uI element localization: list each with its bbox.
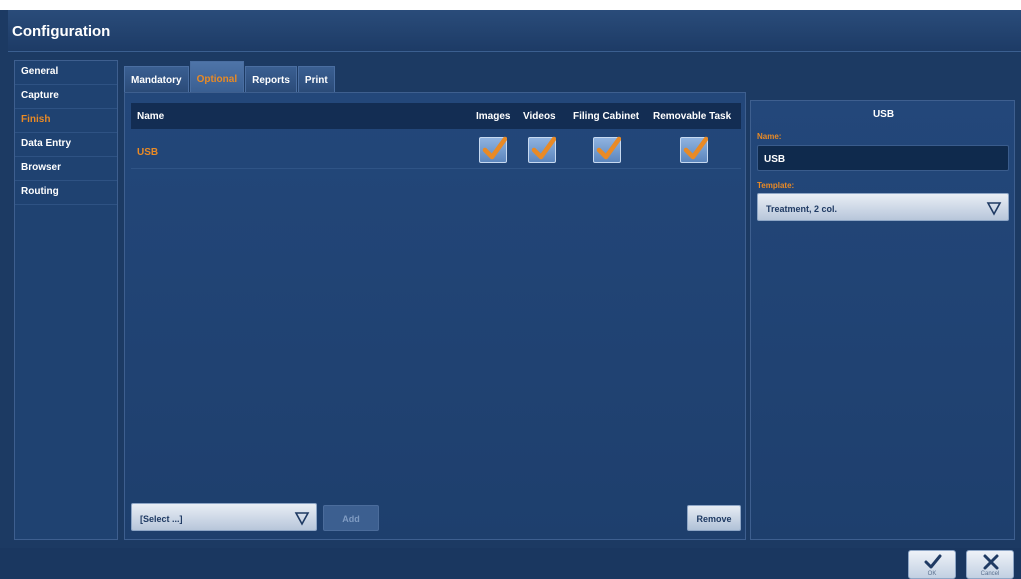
column-header-removable-task[interactable]: Removable Task (653, 111, 731, 122)
column-header-images[interactable]: Images (476, 111, 510, 122)
tab-mandatory[interactable]: Mandatory (124, 66, 189, 92)
sidebar-item-finish[interactable]: Finish (15, 109, 117, 133)
ok-button[interactable]: OK (908, 550, 956, 579)
removable-task-checkbox[interactable] (680, 136, 708, 163)
template-select-value: Treatment, 2 col. (766, 204, 838, 214)
column-header-videos[interactable]: Videos (523, 111, 556, 122)
cancel-button[interactable]: Cancel (966, 550, 1014, 579)
template-label: Template: (757, 181, 795, 190)
images-checkbox[interactable] (479, 136, 507, 163)
tab-optional[interactable]: Optional (189, 61, 245, 92)
detail-title: USB (872, 109, 895, 120)
detail-panel: USB Name: USB Template: Treatment, 2 col… (750, 100, 1015, 540)
sidebar-item-browser[interactable]: Browser (15, 157, 117, 181)
table-row[interactable]: USB (131, 133, 741, 169)
checkmark-icon (531, 136, 556, 160)
ok-check-icon (924, 554, 942, 569)
row-name: USB (137, 147, 159, 158)
filing-cabinet-checkbox[interactable] (593, 136, 621, 163)
checkmark-icon (596, 136, 621, 160)
videos-checkbox[interactable] (528, 136, 556, 163)
template-select[interactable]: Treatment, 2 col. (757, 193, 1009, 221)
sidebar-item-general[interactable]: General (15, 61, 117, 85)
name-label: Name: (757, 132, 782, 141)
remove-button[interactable]: Remove (687, 505, 741, 531)
optional-panel: Name Images Videos Filing Cabinet Remova… (124, 92, 746, 540)
cancel-button-label: Cancel (980, 571, 1000, 577)
ok-button-label: OK (927, 571, 937, 577)
tab-bar: Mandatory Optional Reports Print (124, 61, 336, 92)
checkmark-icon (482, 136, 507, 160)
window-title: Configuration (12, 23, 111, 40)
grid-header: Name Images Videos Filing Cabinet Remova… (131, 103, 741, 129)
triangle-down-icon (986, 202, 1002, 216)
footer-bar (0, 548, 1021, 579)
tab-reports[interactable]: Reports (245, 66, 297, 92)
top-strip (0, 0, 1021, 10)
item-select[interactable]: [Select ...] (131, 503, 317, 531)
close-x-icon (983, 554, 999, 570)
column-header-filing-cabinet[interactable]: Filing Cabinet (573, 111, 639, 122)
column-header-name[interactable]: Name (137, 111, 164, 122)
triangle-down-icon (294, 512, 310, 526)
title-bar: Configuration (8, 10, 1021, 52)
sidebar: General Capture Finish Data Entry Browse… (14, 60, 118, 540)
name-field[interactable]: USB (757, 145, 1009, 171)
add-button[interactable]: Add (323, 505, 379, 531)
checkmark-icon (683, 136, 708, 160)
tab-print[interactable]: Print (297, 66, 335, 92)
item-select-value: [Select ...] (140, 514, 183, 524)
sidebar-item-capture[interactable]: Capture (15, 85, 117, 109)
sidebar-item-data-entry[interactable]: Data Entry (15, 133, 117, 157)
sidebar-item-routing[interactable]: Routing (15, 181, 117, 205)
grid-actions: [Select ...] Add Remove (131, 503, 741, 533)
